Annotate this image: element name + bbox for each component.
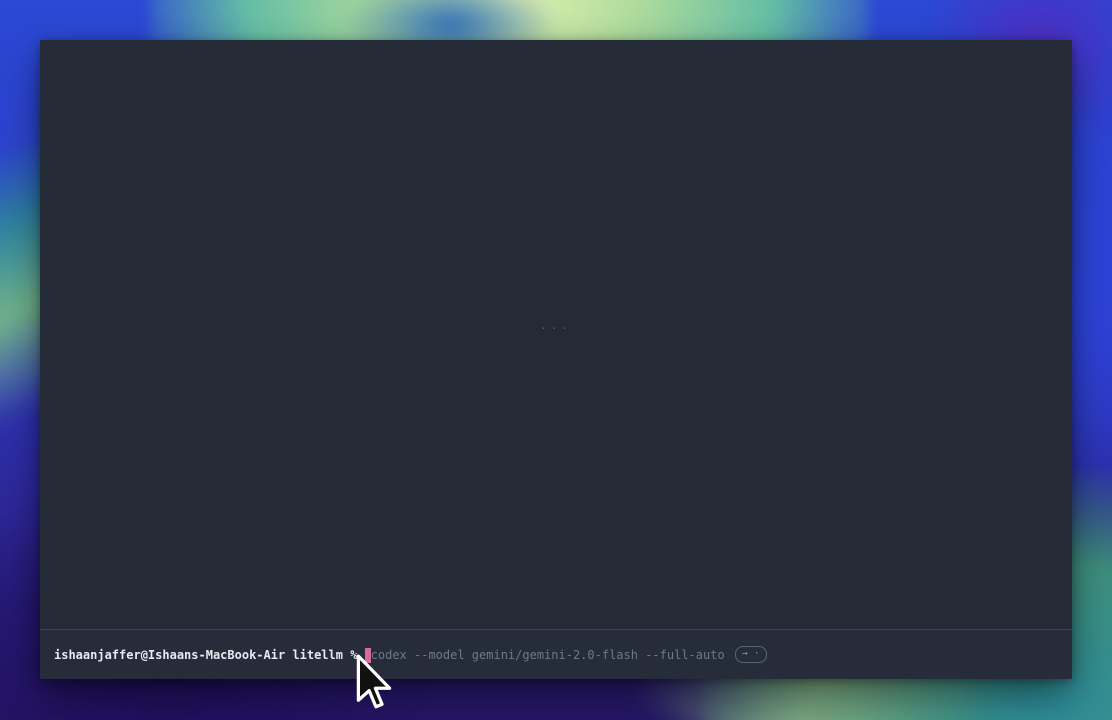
prompt-symbol: % [350,648,357,662]
prompt-directory: litellm [292,648,343,662]
autosuggestion-text: codex --model gemini/gemini-2.0-flash --… [371,648,725,662]
prompt-user-host: ishaanjaffer@Ishaans-MacBook-Air [54,648,285,662]
loading-ellipsis-indicator: ··· [40,322,1072,335]
terminal-output-area[interactable]: ··· [40,40,1072,628]
terminal-window[interactable]: ··· ishaanjaffer@Ishaans-MacBook-Air lite… [40,40,1072,679]
accept-suggestion-key-hint: → · [735,646,767,663]
terminal-input-line[interactable]: ishaanjaffer@Ishaans-MacBook-Air litellm%… [40,629,1072,679]
